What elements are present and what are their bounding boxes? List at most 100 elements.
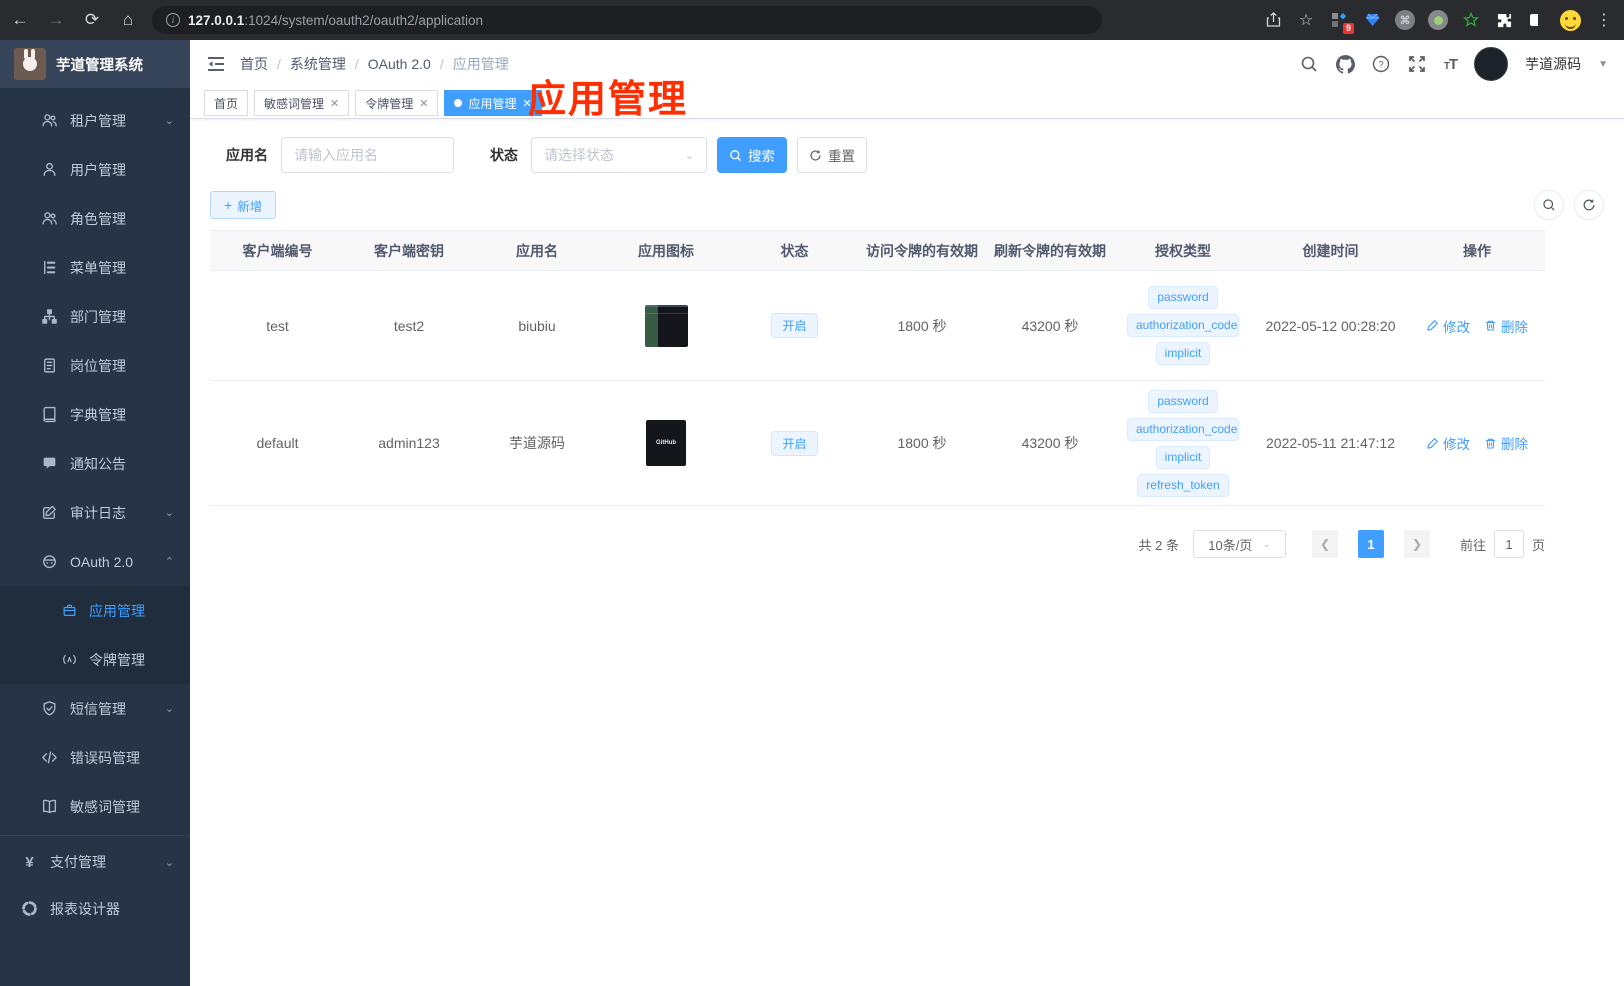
page-size-select[interactable]: 10条/页 ⌄ — [1192, 530, 1286, 558]
chevron-down-icon: ⌄ — [164, 115, 174, 127]
extension-sidepanel-icon[interactable] — [1527, 10, 1547, 30]
code-icon — [41, 749, 58, 766]
browser-menu-icon[interactable]: ⋮ — [1594, 10, 1614, 30]
extension-star-icon[interactable] — [1461, 10, 1481, 30]
github-icon[interactable] — [1335, 54, 1355, 74]
sidebar-item-errorcode[interactable]: 错误码管理 — [0, 733, 190, 782]
site-info-icon[interactable]: i — [166, 13, 180, 27]
browser-reload-icon[interactable]: ⟳ — [82, 10, 102, 30]
sidebar-item-menu[interactable]: 菜单管理 — [0, 243, 190, 292]
edit-button[interactable]: 修改 — [1426, 433, 1470, 453]
cell-secret: admin123 — [345, 380, 473, 506]
goto-page-input[interactable] — [1493, 530, 1524, 558]
share-icon[interactable] — [1263, 10, 1283, 30]
chevron-down-icon: ⌄ — [164, 703, 174, 715]
app-name-input[interactable] — [281, 137, 454, 173]
tags-view-bar: 首页 敏感词管理 ✕ 令牌管理 ✕ 应用管理 ✕ — [190, 88, 1624, 119]
cell-created: 2022-05-11 21:47:12 — [1252, 380, 1409, 506]
status-label: 状态 — [490, 147, 518, 163]
status-select[interactable]: 请选择状态 ⌄ — [531, 137, 707, 173]
add-button[interactable]: + 新增 — [210, 191, 277, 219]
sidebar-item-dept[interactable]: 部门管理 — [0, 292, 190, 341]
sidebar-item-notice[interactable]: 通知公告 — [0, 439, 190, 488]
grant-tag: password — [1148, 286, 1218, 309]
browser-home-icon[interactable]: ⌂ — [118, 10, 138, 30]
cell-client-id: default — [210, 380, 345, 506]
toggle-search-button[interactable] — [1534, 190, 1564, 220]
extension-command-icon[interactable]: ⌘ — [1395, 10, 1415, 30]
close-icon[interactable]: ✕ — [523, 97, 532, 110]
status-badge[interactable]: 开启 — [771, 430, 818, 456]
extension-gem-icon[interactable] — [1362, 10, 1382, 30]
tab-application[interactable]: 应用管理 ✕ — [444, 90, 542, 116]
sidebar-item-label: 菜单管理 — [70, 259, 126, 276]
chat-bubble-icon — [41, 455, 58, 472]
sidebar-collapse-icon[interactable] — [206, 54, 226, 74]
delete-button[interactable]: 删除 — [1484, 316, 1528, 336]
username[interactable]: 芋道源码 — [1525, 54, 1581, 74]
app-logo-area[interactable]: 芋道管理系统 — [0, 40, 190, 88]
close-icon[interactable]: ✕ — [419, 97, 428, 110]
sidebar-item-user[interactable]: 用户管理 — [0, 145, 190, 194]
prev-page-button[interactable]: ❮ — [1311, 530, 1338, 558]
help-icon[interactable]: ? — [1372, 55, 1391, 74]
breadcrumb-home[interactable]: 首页 — [240, 54, 268, 74]
user-menu-caret-icon[interactable]: ▼ — [1598, 59, 1608, 70]
font-size-icon[interactable]: TT — [1444, 56, 1458, 73]
sidebar-item-sms[interactable]: 短信管理 ⌄ — [0, 684, 190, 733]
next-page-button[interactable]: ❯ — [1403, 530, 1430, 558]
app-icon-github[interactable]: GitHub — [646, 420, 686, 466]
sidebar-item-pay[interactable]: ¥ 支付管理 ⌄ — [0, 835, 190, 884]
svg-text:?: ? — [1379, 59, 1384, 70]
breadcrumb-oauth[interactable]: OAuth 2.0 — [368, 56, 431, 72]
search-button[interactable]: 搜索 — [717, 137, 787, 173]
tab-sensitive-words[interactable]: 敏感词管理 ✕ — [254, 90, 350, 116]
sidebar-item-oauth-token[interactable]: 令牌管理 — [0, 635, 190, 684]
breadcrumb-system[interactable]: 系统管理 — [290, 54, 346, 74]
breadcrumb: 首页 / 系统管理 / OAuth 2.0 / 应用管理 — [240, 54, 509, 74]
chevron-down-icon: ⌄ — [684, 149, 694, 162]
trash-icon — [1486, 320, 1495, 331]
table-header-row: 客户端编号 客户端密钥 应用名 应用图标 状态 访问令牌的有效期 刷新令牌的有效… — [210, 230, 1545, 271]
bookmark-star-icon[interactable]: ☆ — [1296, 10, 1316, 30]
status-badge[interactable]: 开启 — [771, 313, 818, 338]
top-navbar: 首页 / 系统管理 / OAuth 2.0 / 应用管理 ? TT 芋道源码 ▼ — [190, 40, 1624, 88]
sidebar-item-tenant[interactable]: 租户管理 ⌄ — [0, 96, 190, 145]
browser-forward-icon[interactable]: → — [46, 10, 66, 30]
chevron-up-icon: ⌃ — [164, 556, 174, 568]
sidebar-item-report-designer[interactable]: 报表设计器 — [0, 884, 190, 933]
close-icon[interactable]: ✕ — [330, 97, 339, 110]
extension-record-icon[interactable] — [1428, 10, 1448, 30]
browser-back-icon[interactable]: ← — [10, 10, 30, 30]
delete-button[interactable]: 删除 — [1484, 433, 1528, 453]
search-icon[interactable] — [1300, 55, 1319, 74]
reset-button[interactable]: 重置 — [797, 137, 867, 173]
app-icon-thumbnail[interactable] — [644, 304, 688, 347]
sidebar-item-oauth[interactable]: OAuth 2.0 ⌃ — [0, 537, 190, 586]
sidebar-item-oauth-application[interactable]: 应用管理 — [0, 586, 190, 635]
tab-home[interactable]: 首页 — [204, 90, 249, 116]
sidebar-item-post[interactable]: 岗位管理 — [0, 341, 190, 390]
sidebar-item-label: 租户管理 — [70, 112, 126, 129]
current-page-button[interactable]: 1 — [1357, 530, 1384, 558]
cell-created: 2022-05-12 00:28:20 — [1252, 270, 1409, 381]
sidebar-item-label: 字典管理 — [70, 406, 126, 423]
extension-puzzle-icon[interactable] — [1494, 10, 1514, 30]
sidebar-item-dict[interactable]: 字典管理 — [0, 390, 190, 439]
fullscreen-icon[interactable] — [1408, 55, 1427, 74]
sidebar-item-role[interactable]: 角色管理 — [0, 194, 190, 243]
browser-profile-avatar[interactable] — [1560, 9, 1581, 31]
sidebar-item-sensitive-words[interactable]: 敏感词管理 — [0, 782, 190, 831]
sidebar-item-label: 应用管理 — [89, 602, 145, 619]
col-created: 创建时间 — [1252, 230, 1409, 271]
browser-address-bar[interactable]: i 127.0.0.1:1024/system/oauth2/oauth2/ap… — [152, 6, 1102, 34]
sidebar-item-audit[interactable]: 审计日志 ⌄ — [0, 488, 190, 537]
extension-grid-icon[interactable]: 9 — [1329, 10, 1354, 34]
user-icon — [41, 161, 58, 178]
edit-button[interactable]: 修改 — [1426, 316, 1470, 336]
tab-token[interactable]: 令牌管理 ✕ — [355, 90, 439, 116]
refresh-table-button[interactable] — [1574, 190, 1604, 220]
edit-pen-icon — [1427, 437, 1439, 449]
cell-access-ttl: 1800 秒 — [858, 270, 986, 381]
user-avatar[interactable] — [1474, 47, 1509, 81]
